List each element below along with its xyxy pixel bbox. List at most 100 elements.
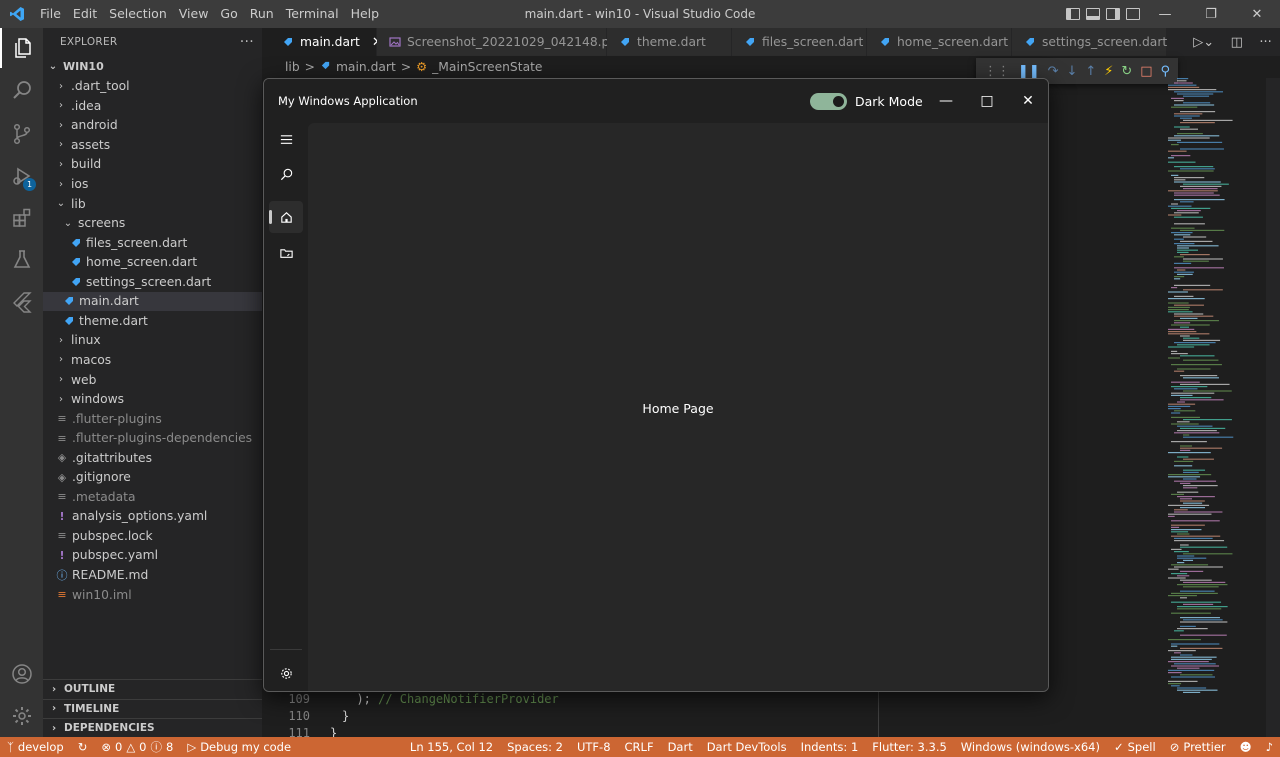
line-endings[interactable]: CRLF	[618, 740, 661, 754]
more-actions-icon[interactable]: ···	[1259, 35, 1271, 50]
section-dependencies[interactable]: › DEPENDENCIES	[43, 718, 262, 738]
customize-layout-icon[interactable]	[1126, 8, 1140, 20]
tree-item[interactable]: ≡ .flutter-plugins-dependencies	[43, 428, 262, 448]
menu-hamburger-icon[interactable]	[269, 123, 303, 155]
close-icon[interactable]: ✕	[1234, 0, 1280, 28]
minimize-icon[interactable]: —	[1142, 0, 1188, 28]
tree-item[interactable]: home_screen.dart	[43, 252, 262, 272]
tab-files-screen-dart[interactable]: files_screen.dart	[732, 28, 867, 56]
split-editor-icon[interactable]: ◫	[1231, 35, 1243, 50]
menu-help[interactable]: Help	[345, 0, 386, 28]
tree-item[interactable]: › linux	[43, 331, 262, 351]
step-into-icon[interactable]: ↓	[1067, 64, 1078, 79]
nav-home-icon[interactable]	[269, 201, 303, 233]
tree-item[interactable]: › web	[43, 370, 262, 390]
tree-item[interactable]: › macos	[43, 350, 262, 370]
menu-selection[interactable]: Selection	[103, 0, 173, 28]
stop-icon[interactable]: □	[1140, 64, 1152, 79]
tab-home-screen-dart[interactable]: home_screen.dart	[867, 28, 1012, 56]
menu-terminal[interactable]: Terminal	[280, 0, 345, 28]
tree-item[interactable]: ≡ win10.iml	[43, 585, 262, 605]
tree-item[interactable]: › windows	[43, 389, 262, 409]
toggle-secondary-sidebar-icon[interactable]	[1106, 8, 1120, 20]
tree-item[interactable]: ⓘ README.md	[43, 565, 262, 585]
notifications-bell-icon[interactable]: ♪	[1259, 740, 1280, 754]
device-selector[interactable]: Windows (windows-x64)	[954, 740, 1107, 754]
tree-item[interactable]: › build	[43, 155, 262, 175]
breadcrumb-class[interactable]: _MainScreenState	[432, 60, 542, 74]
tree-item[interactable]: ! analysis_options.yaml	[43, 507, 262, 527]
tree-item[interactable]: settings_screen.dart	[43, 272, 262, 292]
accounts-icon[interactable]	[0, 654, 43, 694]
restore-icon[interactable]: ❐	[1188, 0, 1234, 28]
cursor-position[interactable]: Ln 155, Col 12	[403, 740, 500, 754]
tree-item[interactable]: ⌄ screens	[43, 213, 262, 233]
indentation[interactable]: Spaces: 2	[500, 740, 570, 754]
tree-item[interactable]: › .idea	[43, 96, 262, 116]
editor-scrollbar[interactable]	[1266, 78, 1280, 737]
testing-icon[interactable]	[0, 240, 43, 280]
app-maximize-icon[interactable]: □	[967, 87, 1007, 115]
workspace-root[interactable]: ⌄ WIN10	[43, 57, 262, 77]
app-title-bar[interactable]: My Windows Application Dark Mode — □ ✕	[264, 79, 1048, 123]
toggle-panel-icon[interactable]	[1086, 8, 1100, 20]
tree-item[interactable]: › assets	[43, 135, 262, 155]
nav-settings-gear-icon[interactable]	[269, 657, 303, 689]
section-outline[interactable]: › OUTLINE	[43, 679, 262, 699]
tree-item[interactable]: › ios	[43, 174, 262, 194]
pause-icon[interactable]: ❚❚	[1018, 64, 1040, 79]
tree-item[interactable]: › .dart_tool	[43, 77, 262, 97]
code-editor[interactable]: 109 ); // ChangeNotifierProvider 110 } 1…	[270, 690, 880, 740]
dark-mode-toggle[interactable]	[810, 93, 847, 110]
tree-item[interactable]: ◈ .gitignore	[43, 468, 262, 488]
sync-icon[interactable]: ↻	[71, 740, 95, 754]
tab-main-dart[interactable]: main.dart ✕	[270, 28, 383, 56]
menu-run[interactable]: Run	[244, 0, 280, 28]
tree-item[interactable]: ⌄ lib	[43, 194, 262, 214]
menu-edit[interactable]: Edit	[67, 0, 103, 28]
drag-handle-icon[interactable]: ⋮⋮	[984, 64, 1010, 79]
app-minimize-icon[interactable]: —	[926, 87, 966, 115]
encoding[interactable]: UTF-8	[570, 740, 618, 754]
run-debug-icon[interactable]: 1	[0, 156, 43, 196]
explorer-icon[interactable]	[0, 28, 43, 68]
extensions-icon[interactable]	[0, 198, 43, 238]
problems-status[interactable]: ⊗ 0 △ 0 ⓘ 8	[94, 739, 180, 755]
indents[interactable]: Indents: 1	[794, 740, 866, 754]
hot-reload-icon[interactable]: ⚡	[1104, 64, 1113, 79]
tree-item[interactable]: files_screen.dart	[43, 233, 262, 253]
feedback-icon[interactable]: ☻	[1233, 740, 1259, 754]
branch-status[interactable]: ᛉ develop	[0, 740, 71, 754]
restart-icon[interactable]: ↻	[1121, 64, 1132, 79]
tree-item[interactable]: main.dart	[43, 291, 262, 312]
devtools-search-icon[interactable]: ⚲	[1160, 64, 1170, 79]
app-close-icon[interactable]: ✕	[1008, 87, 1048, 115]
manage-gear-icon[interactable]	[0, 696, 43, 736]
flutter-icon[interactable]	[0, 282, 43, 322]
nav-files-icon[interactable]	[269, 237, 303, 269]
toggle-sidebar-icon[interactable]	[1066, 8, 1080, 20]
minimap[interactable]	[1160, 78, 1270, 698]
debug-status[interactable]: ▷ Debug my code	[180, 740, 298, 754]
tree-item[interactable]: ≡ .flutter-plugins	[43, 409, 262, 429]
breadcrumb-main-dart[interactable]: main.dart	[336, 60, 396, 74]
tab-screenshot-png[interactable]: Screenshot_20221029_042148.png	[377, 28, 625, 56]
dart-devtools[interactable]: Dart DevTools	[700, 740, 794, 754]
prettier-status[interactable]: ⊘ Prettier	[1163, 740, 1233, 754]
tab-theme-dart[interactable]: theme.dart	[607, 28, 732, 56]
app-search-icon[interactable]	[269, 158, 303, 190]
source-control-icon[interactable]	[0, 114, 43, 154]
menu-go[interactable]: Go	[214, 0, 243, 28]
spell-status[interactable]: ✓ Spell	[1107, 740, 1163, 754]
tree-item[interactable]: ! pubspec.yaml	[43, 546, 262, 566]
menu-file[interactable]: File	[34, 0, 67, 28]
menu-view[interactable]: View	[173, 0, 215, 28]
step-out-icon[interactable]: ↑	[1085, 64, 1096, 79]
tree-item[interactable]: › android	[43, 116, 262, 136]
section-timeline[interactable]: › TIMELINE	[43, 698, 262, 719]
explorer-more-icon[interactable]: ···	[240, 34, 254, 50]
tree-item[interactable]: theme.dart	[43, 311, 262, 331]
search-icon[interactable]	[0, 70, 43, 110]
run-debug-dropdown-icon[interactable]: ▷⌄	[1193, 35, 1214, 50]
tree-item[interactable]: ≡ pubspec.lock	[43, 526, 262, 546]
